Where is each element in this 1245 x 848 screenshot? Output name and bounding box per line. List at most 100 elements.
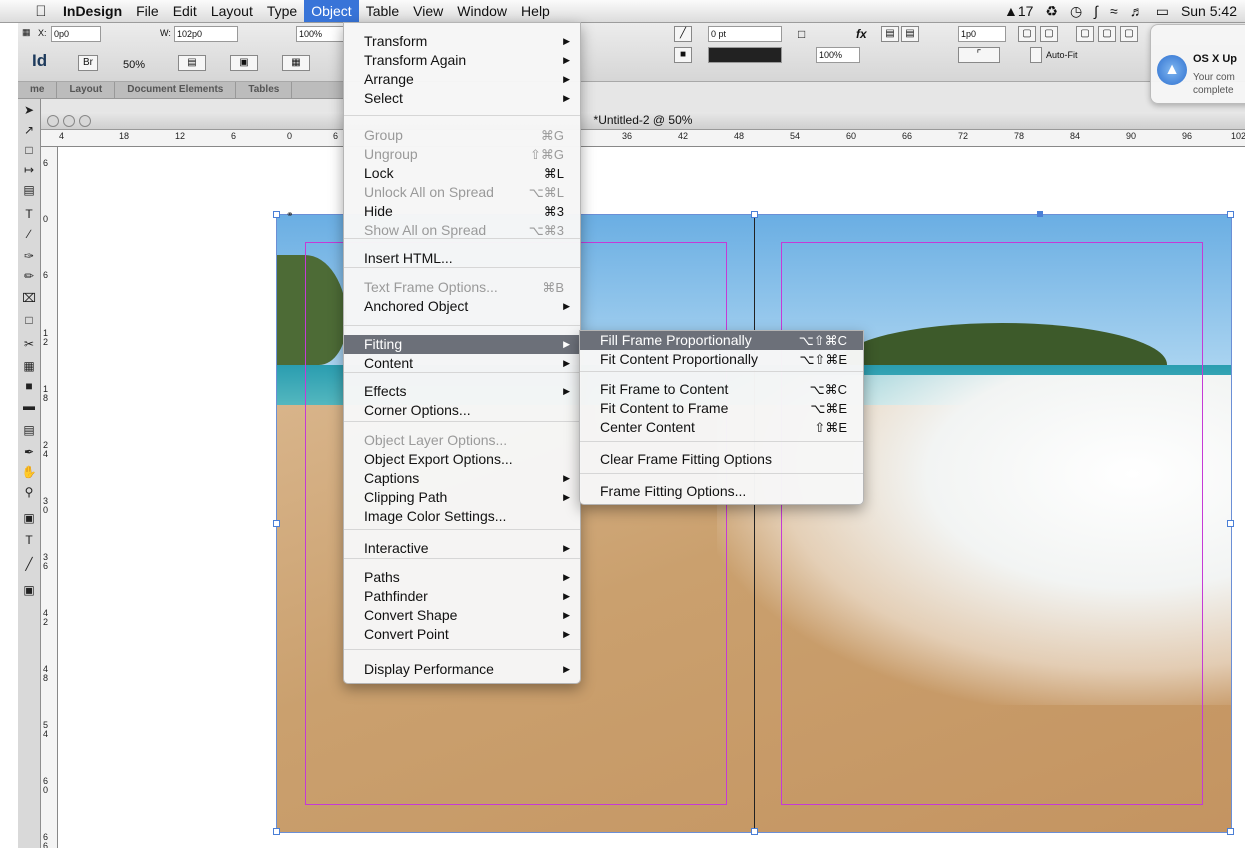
object-menu-item[interactable]: Arrange ▶ bbox=[344, 70, 580, 89]
screen-mode-button[interactable]: ▣ bbox=[230, 55, 258, 71]
fitting-menu-item[interactable]: Fit Content Proportionally ⌥⇧⌘E bbox=[580, 350, 863, 369]
frame-handle[interactable] bbox=[273, 828, 280, 835]
minimize-window-icon[interactable] bbox=[63, 115, 75, 127]
fitting-menu-item[interactable]: Fill Frame Proportionally ⌥⇧⌘C bbox=[580, 331, 863, 350]
selection-tool-icon[interactable]: ➤ bbox=[20, 101, 38, 119]
fitting-menu-item[interactable]: Fit Content to Frame ⌥⌘E bbox=[580, 399, 863, 418]
tab-tables[interactable]: Tables bbox=[236, 82, 293, 98]
object-menu-item[interactable]: Pathfinder ▶ bbox=[344, 587, 580, 606]
vertical-ruler[interactable]: 6 0 6 1 2 1 8 2 4 3 0 3 6 4 2 4 8 5 4 6 … bbox=[41, 147, 58, 848]
fitting-menu-item[interactable]: Clear Frame Fitting Options bbox=[580, 450, 863, 469]
fx-icon[interactable]: fx bbox=[856, 27, 867, 41]
opacity-field[interactable]: 100% bbox=[816, 47, 860, 63]
note-tool-icon[interactable]: ▤ bbox=[20, 421, 38, 439]
apple-menu-icon[interactable]:  bbox=[30, 3, 52, 20]
zoom-window-icon[interactable] bbox=[79, 115, 91, 127]
content-grabber[interactable] bbox=[1037, 211, 1043, 217]
menu-table[interactable]: Table bbox=[359, 0, 406, 22]
x-field[interactable]: 0p0 bbox=[51, 26, 101, 42]
auto-fit-checkbox[interactable] bbox=[1030, 47, 1042, 63]
fitting-menu-item[interactable]: Frame Fitting Options... bbox=[580, 482, 863, 501]
reference-point-icon[interactable]: ▦ bbox=[22, 27, 31, 38]
time-machine-icon[interactable]: ◷ bbox=[1070, 3, 1082, 20]
gutter-field[interactable]: 1p0 bbox=[958, 26, 1006, 42]
stroke-weight-field[interactable]: 0 pt bbox=[708, 26, 782, 42]
stroke-type-field[interactable] bbox=[708, 47, 782, 63]
menu-edit[interactable]: Edit bbox=[166, 0, 204, 22]
object-menu-item[interactable]: Select ▶ bbox=[344, 89, 580, 108]
menu-layout[interactable]: Layout bbox=[204, 0, 260, 22]
clock[interactable]: Sun 5:42 bbox=[1181, 3, 1237, 19]
screen-mode-icon[interactable]: ▣ bbox=[20, 581, 38, 599]
tab-home[interactable]: me bbox=[18, 82, 58, 98]
object-menu-item[interactable]: Convert Shape ▶ bbox=[344, 606, 580, 625]
text-wrap-alt-icon[interactable]: ▤ bbox=[901, 26, 919, 42]
sync-icon[interactable]: ♻ bbox=[1045, 3, 1058, 20]
corner-shape-button[interactable]: ⌜ bbox=[958, 47, 1000, 63]
hand-tool-icon[interactable]: ✋ bbox=[20, 463, 38, 481]
menu-file[interactable]: File bbox=[129, 0, 166, 22]
zoom-level[interactable]: 50% bbox=[123, 59, 145, 71]
type-tool-icon[interactable]: T bbox=[20, 205, 38, 223]
object-menu-item[interactable]: Effects ▶ bbox=[344, 382, 580, 401]
menu-view[interactable]: View bbox=[406, 0, 450, 22]
frame-handle[interactable] bbox=[1227, 520, 1234, 527]
eyedropper-tool-icon[interactable]: ✒ bbox=[20, 443, 38, 461]
tab-layout[interactable]: Layout bbox=[57, 82, 116, 98]
pencil-tool-icon[interactable]: ✏ bbox=[20, 267, 38, 285]
zoom-tool-icon[interactable]: ⚲ bbox=[20, 483, 38, 501]
menu-help[interactable]: Help bbox=[514, 0, 557, 22]
drop-shadow-icon[interactable]: □ bbox=[798, 27, 805, 41]
battery-icon[interactable]: ▭ bbox=[1156, 3, 1169, 20]
object-menu-item[interactable]: Display Performance ▶ bbox=[344, 660, 580, 679]
center-content-icon[interactable]: ▢ bbox=[1120, 26, 1138, 42]
page-tool-icon[interactable]: □ bbox=[20, 141, 38, 159]
object-menu-item[interactable]: Anchored Object ▶ bbox=[344, 297, 580, 316]
frame-handle[interactable] bbox=[751, 828, 758, 835]
link-icon[interactable]: ⚭ bbox=[286, 209, 294, 220]
horizontal-ruler[interactable]: 4 18 12 6 0 6 36 42 48 54 60 66 72 78 84… bbox=[41, 130, 1245, 147]
frame-handle[interactable] bbox=[1227, 211, 1234, 218]
view-options-button[interactable]: ▤ bbox=[178, 55, 206, 71]
menu-window[interactable]: Window bbox=[450, 0, 514, 22]
menu-indesign[interactable]: InDesign bbox=[56, 0, 129, 22]
text-wrap-icon[interactable]: ▤ bbox=[881, 26, 899, 42]
stroke-color-icon[interactable]: ╱ bbox=[674, 26, 692, 42]
content-collector-icon[interactable]: ▤ bbox=[20, 181, 38, 199]
object-menu-item[interactable]: Lock ⌘L bbox=[344, 164, 580, 183]
object-menu-item[interactable]: Fitting ▶ bbox=[344, 335, 580, 354]
object-menu-item[interactable]: Clipping Path ▶ bbox=[344, 488, 580, 507]
tab-document-elements[interactable]: Document Elements bbox=[115, 82, 237, 98]
update-notification[interactable]: ▲ OS X Up Your com complete bbox=[1150, 24, 1245, 104]
scissors-tool-icon[interactable]: ✂ bbox=[20, 335, 38, 353]
object-menu-item[interactable]: Convert Point ▶ bbox=[344, 625, 580, 644]
frame-handle[interactable] bbox=[751, 211, 758, 218]
object-menu-item[interactable]: Insert HTML... bbox=[344, 249, 580, 268]
rectangle-frame-tool-icon[interactable]: ⌧ bbox=[20, 289, 38, 307]
volume-icon[interactable]: ♬ bbox=[1130, 3, 1144, 19]
wifi-icon[interactable]: ≈ bbox=[1110, 3, 1118, 19]
fill-color-icon[interactable]: ■ bbox=[674, 47, 692, 63]
frame-handle[interactable] bbox=[273, 211, 280, 218]
line-tool-icon[interactable]: ∕ bbox=[20, 225, 38, 243]
object-menu-item[interactable]: Captions ▶ bbox=[344, 469, 580, 488]
frame-handle[interactable] bbox=[1227, 828, 1234, 835]
gap-tool-icon[interactable]: ↦ bbox=[20, 161, 38, 179]
object-menu-item[interactable]: Image Color Settings... bbox=[344, 507, 580, 526]
scale-field[interactable]: 100% bbox=[296, 26, 344, 42]
object-menu-item[interactable]: Object Export Options... bbox=[344, 450, 580, 469]
menu-type[interactable]: Type bbox=[260, 0, 304, 22]
adobe-cc-icon[interactable]: ▲17 bbox=[1004, 3, 1033, 19]
fitting-menu-item[interactable]: Center Content ⇧⌘E bbox=[580, 418, 863, 437]
object-menu-item[interactable]: Hide ⌘3 bbox=[344, 202, 580, 221]
object-menu-item[interactable]: Content ▶ bbox=[344, 354, 580, 373]
free-transform-tool-icon[interactable]: ▦ bbox=[20, 357, 38, 375]
apply-none-icon[interactable]: ╱ bbox=[20, 555, 38, 573]
arrange-documents-button[interactable]: ▦ bbox=[282, 55, 310, 71]
fill-stroke-icon[interactable]: ▣ bbox=[20, 509, 38, 527]
fill-proportional-icon[interactable]: ▢ bbox=[1098, 26, 1116, 42]
fit-proportional-icon[interactable]: ▢ bbox=[1076, 26, 1094, 42]
direct-selection-tool-icon[interactable]: ↗ bbox=[20, 121, 38, 139]
formatting-affects-icon[interactable]: T bbox=[20, 531, 38, 549]
object-menu-item[interactable]: Corner Options... bbox=[344, 401, 580, 420]
